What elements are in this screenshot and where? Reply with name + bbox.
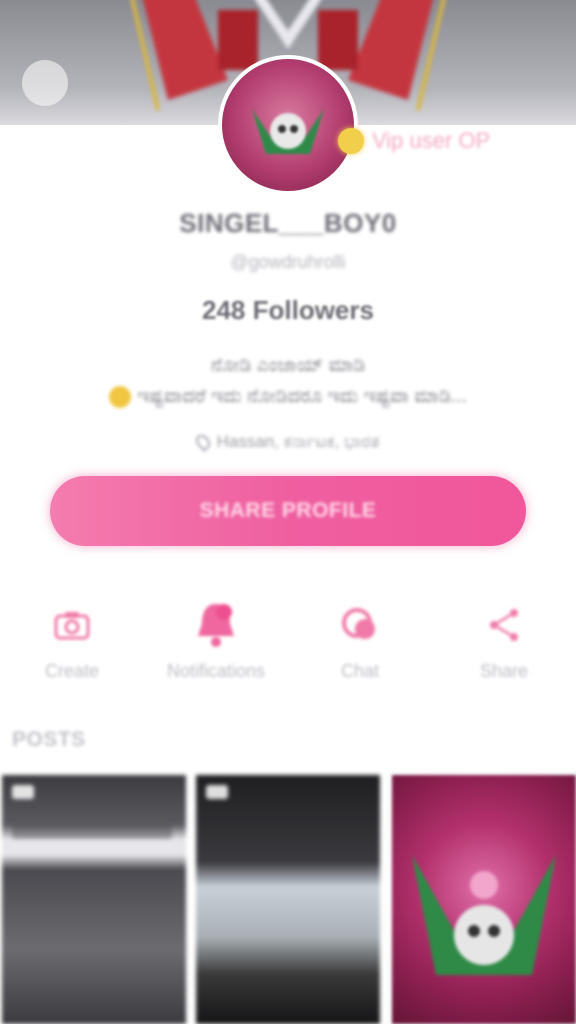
video-badge-icon bbox=[12, 785, 34, 799]
followers-count[interactable]: 248 Followers bbox=[0, 295, 576, 326]
action-create-label: Create bbox=[44, 661, 100, 681]
location-text: Hassan, ಕರ್ನಾಟಕ, ಭಾರತ bbox=[216, 432, 380, 451]
profile-actions-bar: Create Notifications Chat Share bbox=[0, 595, 576, 690]
location-pin-icon bbox=[192, 432, 213, 452]
chat-icon bbox=[341, 595, 379, 655]
bio-line-2: ಇಷ್ಟವಾದರೆ ಇದು ನೋಡಿದರೂ ಇದು ಇಷ್ಟವಾ ಮಾಡಿ... bbox=[137, 386, 467, 407]
post-caption-overlay bbox=[12, 825, 172, 839]
share-icon bbox=[487, 595, 521, 655]
action-notifications[interactable]: Notifications bbox=[144, 595, 288, 682]
camera-icon bbox=[54, 595, 90, 655]
action-notifications-label: Notifications bbox=[166, 661, 266, 681]
action-share-label: Share bbox=[479, 661, 529, 681]
bell-icon bbox=[194, 595, 238, 655]
post-thumbnail[interactable] bbox=[392, 775, 576, 1024]
share-profile-button[interactable]: SHARE PROFILE bbox=[50, 476, 526, 546]
vip-label: Vip user OP bbox=[372, 128, 491, 153]
post-thumbnail[interactable] bbox=[196, 775, 380, 1024]
post-skull-art bbox=[412, 855, 556, 975]
avatar-skull-art bbox=[252, 109, 324, 154]
profile-username: SINGEL___BOY0 bbox=[179, 208, 397, 238]
post-thumbnail[interactable] bbox=[2, 775, 186, 1024]
profile-avatar[interactable] bbox=[218, 55, 358, 195]
profile-location: Hassan, ಕರ್ನಾಟಕ, ಭಾರತ bbox=[0, 432, 576, 452]
posts-grid bbox=[0, 775, 576, 1024]
bio-line-1: ನೋಡಿ ಎಂಜಾಯ್ ಮಾಡಿ bbox=[210, 355, 366, 376]
vip-badge: Vip user OP bbox=[338, 128, 490, 154]
bio-line-2-container: ಇಷ್ಟವಾದರೆ ಇದು ನೋಡಿದರೂ ಇದು ಇಷ್ಟವಾ ಮಾಡಿ... bbox=[0, 386, 576, 408]
back-button[interactable] bbox=[22, 60, 68, 106]
video-badge-icon bbox=[206, 785, 228, 799]
action-share[interactable]: Share bbox=[432, 595, 576, 682]
vip-crown-icon bbox=[338, 128, 364, 154]
share-profile-label: SHARE PROFILE bbox=[199, 499, 377, 522]
profile-handle: @gowdruhrolli bbox=[230, 252, 346, 272]
emoji-icon bbox=[109, 386, 132, 408]
action-create[interactable]: Create bbox=[0, 595, 144, 682]
action-chat[interactable]: Chat bbox=[288, 595, 432, 682]
posts-section-title: POSTS bbox=[12, 728, 86, 751]
action-chat-label: Chat bbox=[340, 661, 380, 681]
